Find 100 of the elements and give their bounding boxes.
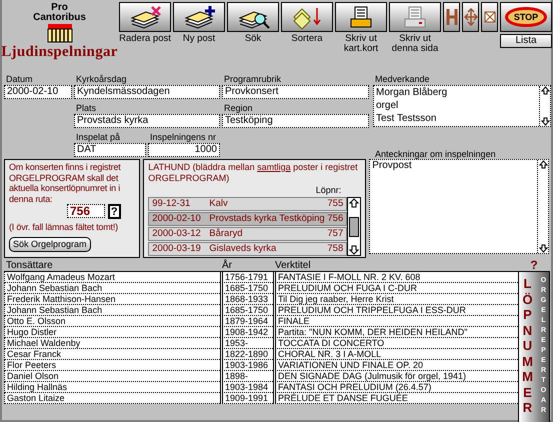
column-header: Tonsättare (5, 260, 54, 271)
toolbar-button[interactable] (227, 2, 279, 32)
list-line: orgel (375, 99, 400, 112)
table-cell: 1879-1964 (220, 316, 273, 327)
table-cell: Gaston Litaize (4, 393, 220, 404)
toolbar-button[interactable] (335, 2, 387, 32)
scrollbar[interactable] (347, 197, 362, 256)
organ-keyboard-icon (46, 23, 72, 43)
list-row[interactable]: 2000-03-12 Båraryd 757 (148, 227, 348, 241)
table-cell: CHORAL NR. 3 I A-MOLL (273, 349, 518, 360)
table-cell: FANTASI OCH PRELUDIUM (26.4.57) (273, 382, 518, 393)
help-button[interactable]: ? (108, 204, 121, 219)
logo-text: Cantoribus (33, 13, 86, 23)
scroll-up-icon (538, 160, 548, 169)
scroll-thumb-icon (349, 216, 360, 236)
text-field[interactable]: DAT (74, 143, 146, 157)
table-cell: FANTASIE I F-MOLL NR. 2 KV. 608 (273, 272, 518, 283)
stack-plus-icon (182, 4, 216, 30)
toolbar-button[interactable] (443, 2, 460, 32)
app-title: Ljudinspelningar (1, 43, 118, 61)
toolbar-button[interactable] (389, 2, 441, 32)
field-label: Inspelat på (75, 131, 122, 143)
table-cell: PRELUDIUM OCH FUGA I C-DUR (273, 283, 518, 294)
table-cell: 1756-1791 (220, 272, 273, 283)
scroll-down-icon (538, 244, 548, 253)
toolbar-label: Skriv ut denna sida (390, 34, 440, 54)
list-line: Test Testsson (375, 112, 438, 125)
toolbar-button[interactable] (119, 2, 171, 32)
table-cell: DEN SIGNADE DAG (Julmusik för orgel, 1941) (273, 371, 518, 382)
field-label: Region (223, 102, 254, 114)
column-label: Löpnr: (314, 185, 342, 196)
text-field[interactable]: Testköping (222, 114, 369, 128)
field-label: Inspelningens nr (149, 131, 218, 143)
move-arrows-icon (464, 8, 478, 26)
table-cell: Flor Peeters (4, 360, 220, 371)
table-cell: 1903-1984 (220, 382, 273, 393)
search-button[interactable]: Sök Orgelprogram (9, 236, 91, 252)
scroll-up-icon (540, 86, 550, 95)
table-cell: PRÉLUDE ET DANSE FUGUÉE (273, 393, 518, 404)
table-cell: FINALE (273, 316, 518, 327)
text-field[interactable]: Provstads kyrka (74, 114, 220, 128)
table-cell: 1903-1986 (220, 360, 273, 371)
list-row[interactable]: 99-12-31 Kalv 755 (148, 197, 348, 211)
table-cell: Johann Sebastian Bach (4, 283, 220, 294)
field-label: Medverkande (374, 73, 431, 85)
toolbar-label: Sortera (290, 34, 324, 44)
toolbar-button[interactable] (462, 2, 479, 32)
table-cell: 1685-1750 (220, 283, 273, 294)
table-cell: Wolfgang Amadeus Mozart (4, 272, 220, 283)
list-row[interactable]: 2000-02-10 Provstads kyrka Testköping 756 (148, 212, 348, 226)
toolbar-button[interactable] (281, 2, 333, 32)
list-button[interactable]: Lista (500, 34, 552, 48)
table-cell: Cesar Franck (4, 349, 220, 360)
field-label: Programrubrik (223, 73, 282, 85)
list-row[interactable]: 2000-03-19 Gislaveds kyrka 758 (148, 242, 348, 256)
text-field[interactable]: Provkonsert (222, 85, 369, 99)
table-cell: Daniel Olson (4, 371, 220, 382)
table-cell: 1868-1933 (220, 294, 273, 305)
table-cell: VARIATIONEN UND FINALE OP. 20 (273, 360, 518, 371)
column-header: År (221, 260, 233, 271)
toolbar-label: Radera post (118, 34, 172, 44)
stop-button[interactable]: STOP (500, 2, 552, 32)
field-label: Datum (5, 73, 34, 85)
toolbar-label: Sök (244, 34, 262, 44)
info-note: (I övr. fall lämnas fältet tomt!) (9, 222, 119, 233)
table-cell: Michael Waldenby (4, 338, 220, 349)
toolbar-label: Skriv ut kart.kort (342, 34, 380, 54)
logo-text: Pro (51, 3, 68, 13)
toolbar-label: Ny post (182, 34, 216, 44)
table-cell: PRELUDIUM OCH TRIPPELFUGA I ESS-DUR (273, 305, 518, 316)
table-cell: Frederik Matthison-Hansen (4, 294, 220, 305)
text-field[interactable]: Kyndelsmässodagen (74, 85, 220, 99)
list-line: Morgan Blåberg (375, 86, 448, 99)
scroll-up-icon (349, 198, 360, 208)
text-area[interactable]: Morgan Blåberg orgel Test Testsson (373, 85, 551, 127)
table-cell: Otto E. Olsson (4, 316, 220, 327)
column-header: Verktitel (274, 260, 312, 271)
table-cell: Hugo Distler (4, 327, 220, 338)
toolbar-button[interactable] (481, 2, 498, 32)
table-cell: 1898- (220, 371, 273, 382)
lookup-title: LATHUND (bläddra mellan samtliga poster i registret ORGELPROGRAM) (148, 162, 359, 184)
text-field[interactable]: 2000-02-10 (4, 85, 72, 99)
field-label: Plats (75, 102, 98, 114)
crossed-box-icon (484, 11, 496, 23)
help-mark: ? (530, 260, 538, 271)
stack-delete-icon (128, 4, 162, 30)
table-cell: Til Dig jeg raaber, Herre Krist (273, 294, 518, 305)
scroll-down-icon (349, 245, 360, 255)
number-field[interactable]: 756 (67, 204, 105, 218)
toolbar-button[interactable] (173, 2, 225, 32)
table-cell: 1685-1750 (220, 305, 273, 316)
field-label: Anteckningar om inspelningen (374, 148, 497, 160)
table-cell: Hilding Hallnäs (4, 382, 220, 393)
text-area[interactable]: Provpost (369, 159, 549, 254)
info-text: Om konserten finns i registret ORGELPROGRAM skall det aktuella konsertlöpnumret in i denna ruta: (9, 162, 122, 204)
h-icon (446, 8, 458, 26)
text-field[interactable]: 1000 (148, 143, 220, 157)
table-cell: 1953- (220, 338, 273, 349)
field-label: Kyrkoårsdag (75, 73, 128, 85)
table-cell: TOCCATA DI CONCERTO (273, 338, 518, 349)
